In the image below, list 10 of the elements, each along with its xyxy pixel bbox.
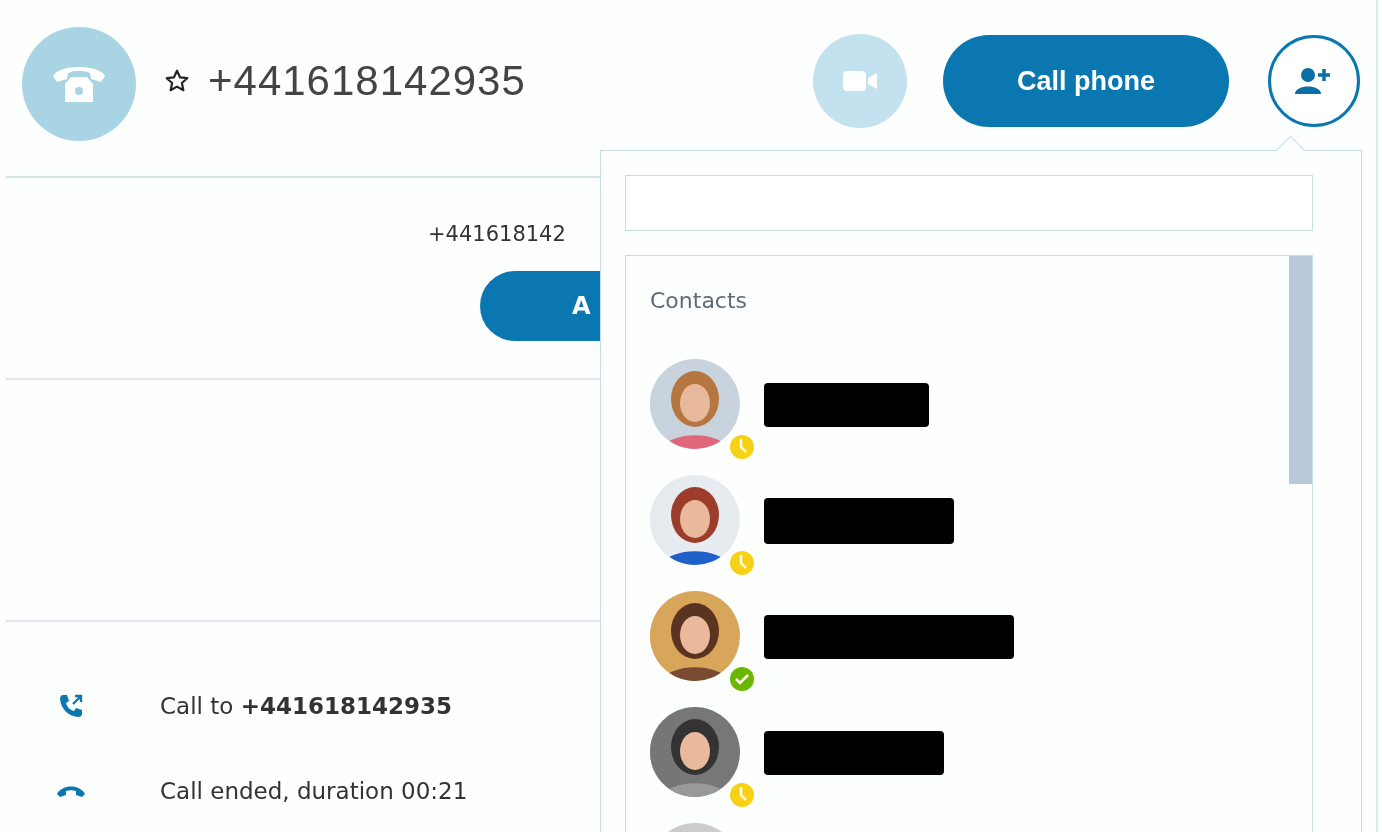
call-event-text: Call to +441618142935 xyxy=(160,693,452,719)
call-phone-button[interactable]: Call phone xyxy=(943,35,1229,127)
video-camera-icon xyxy=(843,70,877,92)
hang-up-icon xyxy=(56,784,86,798)
contact-number: +441618142935 xyxy=(208,57,526,105)
star-icon[interactable] xyxy=(164,68,190,94)
search-field[interactable] xyxy=(625,175,1313,231)
scrollbar-thumb[interactable] xyxy=(1289,256,1312,484)
phone-number: +441618142 xyxy=(428,222,567,246)
call-event-text: Call ended, duration 00:21 xyxy=(160,778,468,804)
